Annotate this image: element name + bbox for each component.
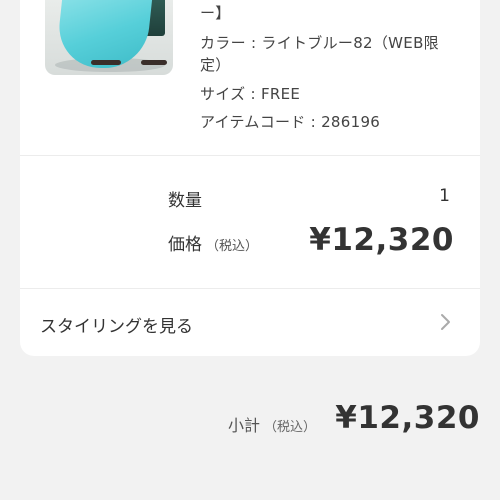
price-value: ¥12,320 (309, 222, 454, 258)
sandal-right (141, 60, 167, 65)
view-styling-link[interactable]: スタイリングを見る (20, 290, 480, 356)
divider (20, 155, 480, 156)
quantity-label: 数量 (168, 191, 202, 211)
quantity-value: 1 (439, 186, 450, 206)
subtotal-label-text: 小計 (228, 416, 261, 435)
product-image[interactable] (45, 0, 173, 75)
subtotal-label: 小計 （税込） (228, 412, 316, 436)
dress-shape (54, 0, 154, 68)
chevron-right-icon (441, 314, 450, 330)
price-label-text: 価格 (168, 235, 202, 255)
view-styling-label: スタイリングを見る (40, 317, 193, 337)
subtotal-value: ¥12,320 (335, 400, 480, 436)
price-label: 価格 （税込） (168, 230, 258, 255)
divider (20, 288, 480, 289)
sandal-left (91, 60, 121, 65)
price-tax-note: （税込） (206, 239, 259, 254)
product-name-tail: ー】 (200, 4, 231, 22)
product-size: サイズ : FREE (200, 85, 301, 103)
product-color-line-2: 定） (200, 56, 231, 74)
product-color-line-1: カラー : ライトブルー82（WEB限 (200, 34, 439, 52)
subtotal-tax-note: （税込） (264, 420, 317, 435)
product-item-code: アイテムコード : 286196 (200, 113, 381, 131)
